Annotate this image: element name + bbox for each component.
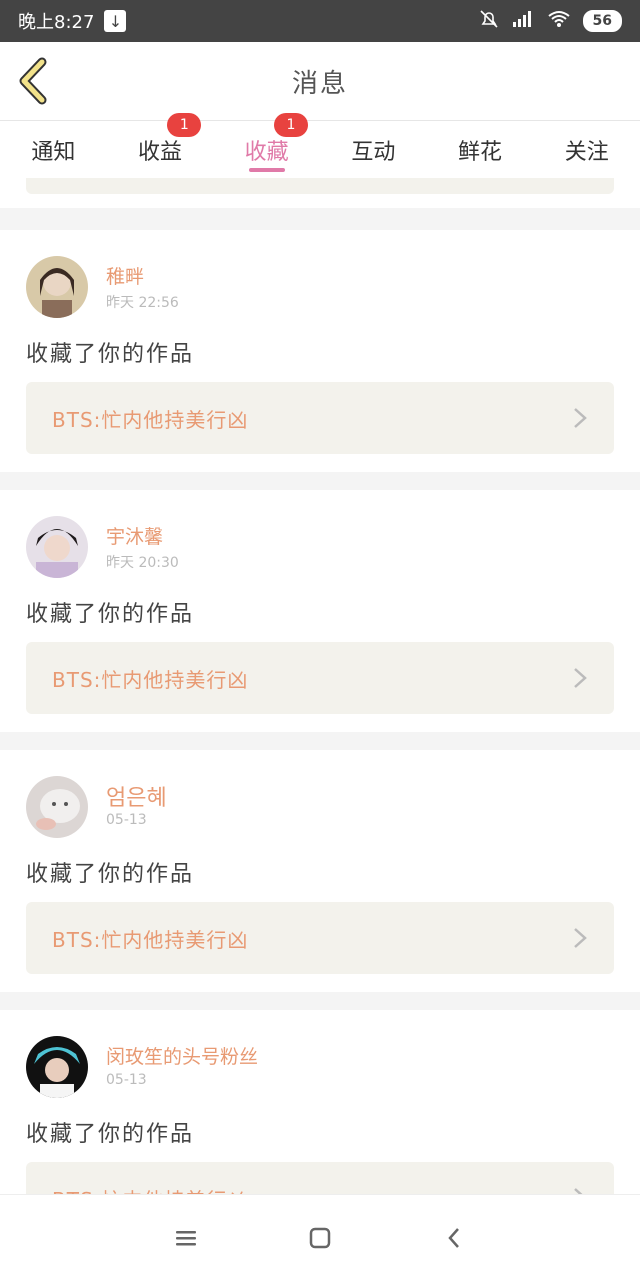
chevron-right-icon — [574, 668, 587, 688]
top-header: 消息 — [0, 42, 640, 120]
work-title: BTS:忙内他持美行凶 — [52, 1184, 248, 1195]
list-item: 엄은혜 05-13 收藏了你的作品 BTS:忙内他持美行凶 — [0, 750, 640, 992]
status-bar: 晚上8:27 ↓ 56 — [0, 0, 640, 42]
avatar[interactable] — [26, 516, 88, 578]
work-link[interactable]: BTS:忙内他持美行凶 — [26, 382, 614, 454]
list-item: 宇沐馨 昨天 20:30 收藏了你的作品 BTS:忙内他持美行凶 — [0, 490, 640, 732]
timestamp: 05-13 — [106, 1072, 147, 1088]
avatar[interactable] — [26, 776, 88, 838]
page-title: 消息 — [291, 68, 348, 99]
tab-bar: 通知 收益 1 收藏 1 互动 鲜花 关注 — [0, 113, 640, 178]
previous-card-tail — [0, 178, 640, 208]
system-nav-bar — [0, 1194, 640, 1280]
username[interactable]: 宇沐馨 — [106, 522, 163, 549]
list-item: 稚畔 昨天 22:56 收藏了你的作品 BTS:忙内他持美行凶 — [0, 230, 640, 472]
tab-label: 收藏 — [244, 139, 289, 165]
timestamp: 昨天 22:56 — [106, 295, 179, 311]
work-link[interactable]: BTS:忙内他持美行凶 — [26, 902, 614, 974]
menu-icon — [176, 1230, 196, 1245]
back-arrow-icon — [19, 57, 47, 105]
tab-favorites[interactable]: 收藏 1 — [213, 113, 320, 178]
tab-earnings[interactable]: 收益 1 — [107, 113, 214, 178]
home-square-icon — [309, 1227, 331, 1248]
avatar[interactable] — [26, 1036, 88, 1098]
work-link[interactable]: BTS:忙内他持美行凶 — [26, 642, 614, 714]
tab-follows[interactable]: 关注 — [533, 121, 640, 178]
action-text: 收藏了你的作品 — [26, 342, 195, 367]
action-text: 收藏了你的作品 — [26, 1122, 195, 1147]
tab-interactions[interactable]: 互动 — [320, 121, 427, 178]
action-text: 收藏了你的作品 — [26, 602, 195, 627]
timestamp: 05-13 — [106, 812, 147, 828]
wifi-icon — [547, 10, 571, 32]
tab-label: 通知 — [31, 139, 76, 165]
back-nav-button[interactable] — [437, 1221, 471, 1255]
menu-button[interactable] — [169, 1221, 203, 1255]
work-title: BTS:忙内他持美行凶 — [52, 407, 249, 432]
tab-flowers[interactable]: 鲜花 — [427, 121, 534, 178]
avatar[interactable] — [26, 256, 88, 318]
list-item: 闵玫笙的头号粉丝 05-13 收藏了你的作品 BTS:忙内他持美行凶 — [0, 1010, 640, 1194]
tab-label: 互动 — [351, 139, 396, 165]
chevron-right-icon — [574, 1188, 583, 1194]
username[interactable]: 稚畔 — [106, 262, 144, 289]
back-button[interactable] — [14, 56, 54, 106]
unread-badge: 1 — [274, 113, 309, 137]
active-tab-indicator — [248, 168, 285, 172]
username[interactable]: 엄은혜 — [106, 780, 167, 812]
battery-indicator: 56 — [582, 10, 622, 32]
work-title: BTS:忙内他持美行凶 — [52, 927, 249, 952]
chevron-right-icon — [574, 408, 587, 428]
bell-off-icon — [479, 9, 499, 33]
tab-label: 收益 — [138, 139, 183, 165]
work-link[interactable]: BTS:忙内他持美行凶 — [26, 1162, 614, 1194]
chevron-right-icon — [574, 928, 587, 948]
message-list[interactable]: 稚畔 昨天 22:56 收藏了你的作品 BTS:忙内他持美行凶 宇沐馨 昨天 2… — [0, 178, 640, 1194]
unread-badge: 1 — [167, 113, 202, 137]
work-title: BTS:忙内他持美行凶 — [52, 667, 249, 692]
status-time: 晚上8:27 — [18, 12, 95, 33]
download-icon: ↓ — [104, 10, 127, 32]
back-chevron-icon — [448, 1227, 459, 1248]
action-text: 收藏了你的作品 — [26, 862, 195, 887]
tab-label: 关注 — [564, 139, 609, 165]
home-button[interactable] — [303, 1221, 337, 1255]
username[interactable]: 闵玫笙的头号粉丝 — [106, 1042, 258, 1069]
timestamp: 昨天 20:30 — [106, 555, 179, 571]
status-icons: 56 — [479, 9, 622, 33]
signal-icon — [511, 10, 535, 32]
tab-label: 鲜花 — [458, 139, 503, 165]
tab-notifications[interactable]: 通知 — [0, 121, 107, 178]
